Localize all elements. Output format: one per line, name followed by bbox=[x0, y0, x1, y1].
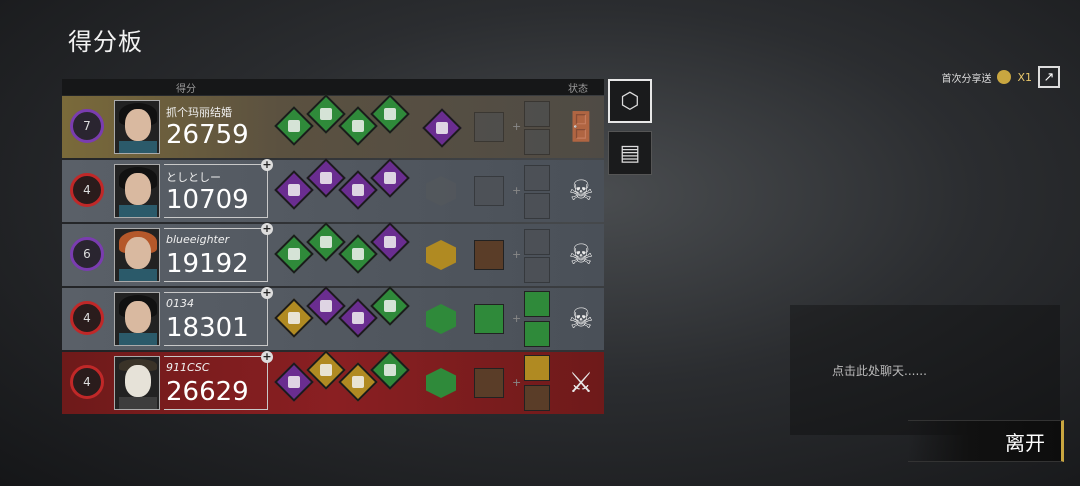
addon-icon[interactable] bbox=[524, 321, 550, 347]
skull-icon: ☠ bbox=[568, 238, 594, 271]
player-name: blueeighter bbox=[166, 233, 230, 246]
share-bar: 首次分享送 X1 ↗ bbox=[941, 66, 1060, 88]
share-reward-count: X1 bbox=[1017, 70, 1032, 84]
offering-icon[interactable] bbox=[426, 368, 456, 398]
share-button[interactable]: ↗ bbox=[1038, 66, 1060, 88]
perk-icon[interactable] bbox=[370, 94, 410, 134]
addon-slot-empty bbox=[524, 101, 550, 127]
player-name: 0134 bbox=[166, 297, 194, 310]
perk-icon[interactable] bbox=[370, 350, 410, 390]
perk-icon[interactable] bbox=[370, 222, 410, 262]
avatar bbox=[114, 100, 160, 154]
rank-badge: 4 bbox=[70, 173, 104, 207]
emblem-button[interactable]: ⬡ bbox=[608, 79, 652, 123]
player-score: 26759 bbox=[166, 120, 249, 150]
add-friend-icon[interactable]: + bbox=[261, 223, 273, 235]
scoreboard-header: 得分 状态 bbox=[62, 79, 604, 95]
offering-slot-empty bbox=[426, 176, 456, 206]
details-button[interactable]: ▤ bbox=[608, 131, 652, 175]
score-column-label: 得分 bbox=[176, 84, 196, 95]
killer-icon: ⚔ bbox=[568, 366, 594, 399]
emblem-icon: ⬡ bbox=[620, 88, 640, 114]
avatar bbox=[114, 164, 160, 218]
player-name: 911CSC bbox=[166, 361, 210, 374]
rank-badge: 4 bbox=[70, 301, 104, 335]
addon-slot-empty bbox=[524, 165, 550, 191]
offering-icon[interactable] bbox=[426, 304, 456, 334]
player-info: 抓个玛丽结婚 26759 bbox=[164, 100, 268, 154]
share-icon: ↗ bbox=[1043, 69, 1055, 85]
add-friend-icon[interactable]: + bbox=[261, 159, 273, 171]
player-score: 10709 bbox=[166, 185, 249, 215]
avatar bbox=[114, 228, 160, 282]
status-column-label: 状态 bbox=[568, 84, 588, 95]
skull-icon: ☠ bbox=[568, 302, 594, 335]
player-info: + 911CSC 26629 bbox=[164, 351, 273, 410]
chat-input[interactable]: 点击此处聊天...... bbox=[832, 362, 927, 379]
killer-row[interactable]: 4 + 911CSC 26629 + ⚔ bbox=[62, 350, 604, 414]
player-name: としとしー bbox=[166, 171, 221, 184]
offering-icon[interactable] bbox=[426, 240, 456, 270]
medkit-item-icon[interactable] bbox=[474, 240, 504, 270]
player-score: 26629 bbox=[166, 377, 249, 407]
share-label: 首次分享送 bbox=[941, 73, 992, 85]
addon-icon[interactable] bbox=[524, 291, 550, 317]
leave-button[interactable]: 离开 bbox=[908, 420, 1064, 462]
scoreboard: 得分 状态 7 抓个玛丽结婚 26759 + 🚪 4 + としとしー 10709 bbox=[62, 79, 604, 416]
rank-badge: 7 bbox=[70, 109, 104, 143]
player-row[interactable]: 4 + としとしー 10709 + ☠ bbox=[62, 158, 604, 222]
page-title: 得分板 bbox=[68, 28, 143, 56]
perk-icon[interactable] bbox=[370, 286, 410, 326]
skull-icon: ☠ bbox=[568, 174, 594, 207]
details-icon: ▤ bbox=[619, 140, 641, 166]
player-row[interactable]: 4 + 0134 18301 + ☠ bbox=[62, 286, 604, 350]
addon-slot-empty bbox=[524, 193, 550, 219]
add-friend-icon[interactable]: + bbox=[261, 287, 273, 299]
add-friend-icon[interactable]: + bbox=[261, 351, 273, 363]
player-score: 18301 bbox=[166, 313, 249, 343]
addon-slot-empty bbox=[524, 257, 550, 283]
killer-power-icon[interactable] bbox=[474, 368, 504, 398]
exit-door-icon: 🚪 bbox=[563, 110, 599, 143]
player-info: + としとしー 10709 bbox=[164, 159, 273, 218]
avatar bbox=[114, 356, 160, 410]
offering-icon[interactable] bbox=[422, 108, 462, 148]
player-score: 19192 bbox=[166, 249, 249, 279]
item-slot-empty bbox=[474, 112, 504, 142]
rank-badge: 4 bbox=[70, 365, 104, 399]
player-row[interactable]: 6 + blueeighter 19192 + ☠ bbox=[62, 222, 604, 286]
item-slot-empty bbox=[474, 176, 504, 206]
player-name: 抓个玛丽结婚 bbox=[166, 106, 232, 119]
player-row[interactable]: 7 抓个玛丽结婚 26759 + 🚪 bbox=[62, 94, 604, 158]
addon-icon[interactable] bbox=[524, 385, 550, 411]
coin-icon bbox=[997, 70, 1012, 84]
addon-slot-empty bbox=[524, 129, 550, 155]
player-info: + blueeighter 19192 bbox=[164, 223, 273, 282]
perk-icon[interactable] bbox=[370, 158, 410, 198]
rank-badge: 6 bbox=[70, 237, 104, 271]
player-info: + 0134 18301 bbox=[164, 287, 273, 346]
addon-icon[interactable] bbox=[524, 355, 550, 381]
addon-slot-empty bbox=[524, 229, 550, 255]
medkit-item-icon[interactable] bbox=[474, 304, 504, 334]
avatar bbox=[114, 292, 160, 346]
